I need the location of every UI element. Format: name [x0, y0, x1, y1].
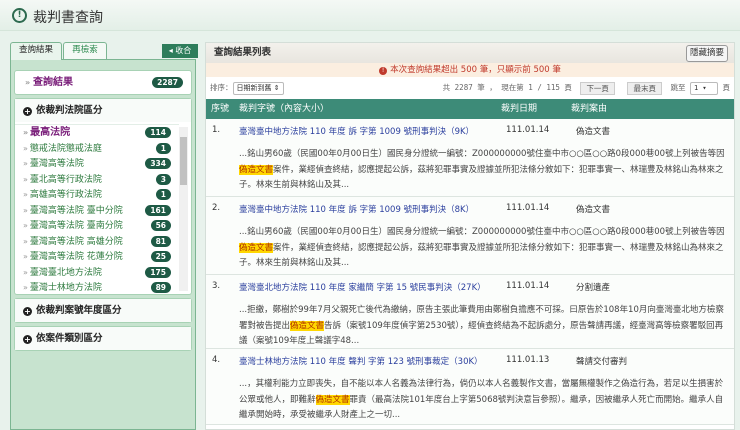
results-box[interactable]: » 查詢結果 2287: [14, 70, 192, 95]
plus-circle-icon: +: [23, 307, 32, 316]
court-item[interactable]: » 臺灣士林地方法院 89: [15, 280, 179, 294]
chevron-right-icon: »: [23, 267, 28, 277]
count-badge: 161: [145, 204, 171, 216]
sort-select[interactable]: 日期新到舊 ⇕: [232, 81, 284, 95]
chevron-right-icon: »: [23, 190, 28, 199]
highlight: 偽造文書: [239, 164, 274, 175]
chevron-right-icon: »: [23, 205, 28, 215]
results-table: 1. 臺灣臺中地方法院 110 年度 訴 字第 1009 號刑事判決（9K） 1…: [206, 119, 734, 425]
highlight: 偽造文書: [239, 242, 274, 253]
next-page-button[interactable]: 下一頁: [580, 81, 615, 95]
chevron-right-icon: »: [23, 221, 28, 230]
info-logo-icon: !: [12, 8, 27, 23]
summary: ...，其權利能力立即喪失，自不能以本人名義為法律行為，倘仍以本人名義製作文書，…: [239, 379, 724, 420]
summary: ...拒繳，鄭樹於99年7月父親死亡後代為繳納，原告主張此筆費用由鄭樹負擔應不可…: [239, 305, 724, 346]
table-row: 2. 臺灣臺中地方法院 110 年度 訴 字第 1009 號刑事判決（8K） 1…: [206, 197, 734, 275]
count-badge: 1: [155, 189, 171, 200]
court-item[interactable]: » 臺灣高等法院 花蓮分院 25: [15, 249, 179, 265]
chevron-right-icon: »: [23, 159, 28, 168]
alert-icon: !: [379, 67, 388, 75]
warning-banner: ! 本次查詢結果超出 500 筆，只顯示前 500 筆: [206, 63, 734, 77]
judgment-link[interactable]: 臺灣臺中地方法院 110 年度 訴 字第 1009 號刑事判決（8K）: [239, 203, 474, 215]
judgment-link[interactable]: 臺灣臺中地方法院 110 年度 訴 字第 1009 號刑事判決（9K）: [239, 125, 474, 137]
chevron-right-icon: »: [23, 283, 28, 292]
plus-circle-icon: +: [23, 107, 32, 116]
summary: ...銘山男60歲（民國00年0月00日生）國民身分證統一編號：Z0000000…: [239, 149, 725, 190]
tab-research[interactable]: 再檢索: [63, 42, 107, 59]
page-jump-select[interactable]: 1 ▾: [689, 81, 718, 95]
collapse-button[interactable]: ◂ 收合: [162, 44, 198, 58]
court-item[interactable]: » 臺灣臺北地方法院 175: [15, 265, 179, 281]
scrollbar-thumb[interactable]: [180, 137, 187, 185]
sidebar-body: » 查詢結果 2287 + 依裁判法院區分 » 最高法院 114» 懲戒法院懲戒法庭 1»…: [10, 59, 196, 430]
summary: ...銘山男60歲（民國00年0月00日生）國民身分證統一編號：Z0000000…: [239, 227, 725, 268]
chevron-right-icon: »: [23, 174, 28, 184]
table-header: 序號 裁判字號（內容大小） 裁判日期 裁判案由: [206, 99, 734, 119]
type-section[interactable]: + 依案件類別區分: [14, 326, 192, 351]
count-badge: 2287: [152, 77, 183, 88]
chevron-right-icon: »: [25, 78, 33, 87]
scrollbar[interactable]: [179, 127, 188, 291]
court-section-header[interactable]: + 依裁判法院區分: [15, 99, 191, 122]
last-page-button[interactable]: 最末頁: [627, 81, 662, 95]
tab-results[interactable]: 查詢結果: [10, 42, 62, 60]
count-badge: 81: [150, 235, 171, 247]
court-item[interactable]: » 最高法院 114: [15, 125, 179, 141]
page-title: 裁判書查詢: [33, 10, 103, 26]
chevron-right-icon: »: [23, 143, 28, 153]
count-badge: 89: [150, 282, 171, 293]
count-badge: 1: [155, 142, 171, 154]
hide-summary-button[interactable]: 隱藏摘要: [685, 45, 728, 62]
count-badge: 114: [145, 127, 171, 138]
chevron-right-icon: »: [23, 128, 29, 137]
chevron-right-icon: »: [23, 236, 28, 246]
court-item[interactable]: » 臺灣高等法院 高雄分院 81: [15, 234, 179, 250]
highlight: 偽造文書: [315, 394, 350, 405]
results-panel: 查詢結果列表 隱藏摘要 ! 本次查詢結果超出 500 筆，只顯示前 500 筆 排…: [205, 42, 735, 430]
court-item[interactable]: » 臺灣高等法院 臺中分院 161: [15, 203, 179, 219]
paging-info: 共 2287 筆 ， 現在第 1 / 115 頁: [442, 83, 572, 92]
chevron-right-icon: »: [23, 252, 28, 261]
court-item[interactable]: » 臺灣高等法院 臺南分院 56: [15, 218, 179, 234]
count-badge: 175: [145, 266, 171, 278]
results-header: 查詢結果列表 隱藏摘要: [206, 43, 734, 63]
count-badge: 334: [145, 158, 171, 169]
year-section[interactable]: + 依裁判案號年度區分: [14, 298, 192, 323]
plus-circle-icon: +: [23, 335, 32, 344]
table-row: 1. 臺灣臺中地方法院 110 年度 訴 字第 1009 號刑事判決（9K） 1…: [206, 119, 734, 197]
court-item[interactable]: » 懲戒法院懲戒法庭 1: [15, 141, 179, 157]
count-badge: 56: [150, 220, 171, 231]
table-row: 4. 臺灣士林地方法院 110 年度 聲判 字第 123 號刑事裁定（30K） …: [206, 349, 734, 425]
judgment-link[interactable]: 臺灣臺北地方法院 110 年度 家繼簡 字第 15 號民事判決（27K）: [239, 281, 486, 293]
page-header: ! 裁判書查詢: [0, 0, 740, 31]
highlight: 偽造文書: [290, 320, 325, 331]
judgment-link[interactable]: 臺灣士林地方法院 110 年度 聲判 字第 123 號刑事裁定（30K）: [239, 355, 483, 367]
count-badge: 3: [155, 173, 171, 185]
toolbar: 排序： 日期新到舊 ⇕ 共 2287 筆 ， 現在第 1 / 115 頁 下一頁 …: [210, 81, 730, 95]
court-section: + 依裁判法院區分 » 最高法院 114» 懲戒法院懲戒法庭 1» 臺灣高等法院 334» 臺北…: [14, 98, 192, 295]
court-item[interactable]: » 高雄高等行政法院 1: [15, 187, 179, 203]
court-list: » 最高法院 114» 懲戒法院懲戒法庭 1» 臺灣高等法院 334» 臺北高等行政法院 3» 高…: [15, 124, 179, 294]
court-item[interactable]: » 臺灣高等法院 334: [15, 156, 179, 172]
count-badge: 25: [150, 251, 171, 262]
results-label: 查詢結果: [32, 77, 73, 88]
table-row: 3. 臺灣臺北地方法院 110 年度 家繼簡 字第 15 號民事判決（27K） …: [206, 275, 734, 349]
sidebar: 查詢結果 再檢索 ◂ 收合 » 查詢結果 2287 + 依裁判法院區分 » 最高法院…: [10, 42, 198, 430]
court-item[interactable]: » 臺北高等行政法院 3: [15, 172, 179, 188]
